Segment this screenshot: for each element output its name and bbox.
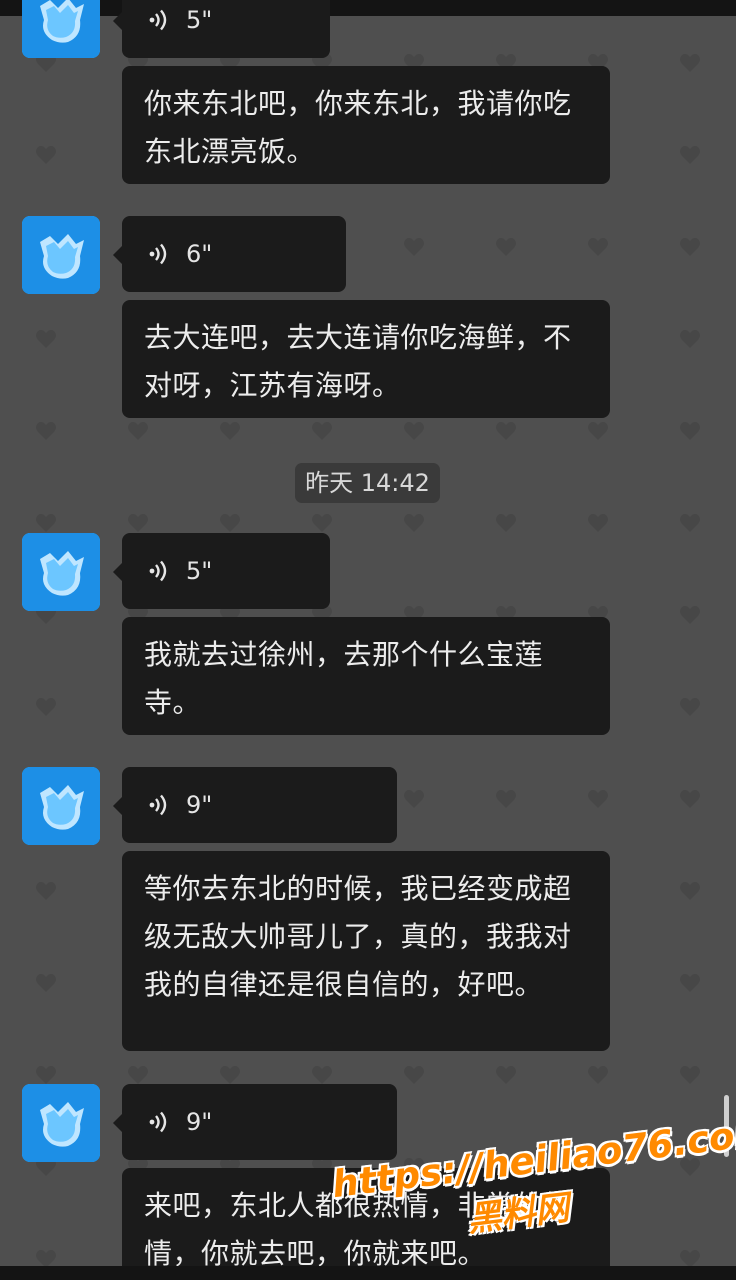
voice-duration: 9" [186, 791, 213, 819]
voice-duration: 9" [186, 1108, 213, 1136]
transcript-text: 去大连吧，去大连请你吃海鲜，不对呀，江苏有海呀。 [144, 321, 572, 402]
transcript-text: 你来东北吧，你来东北，我请你吃东北漂亮饭。 [144, 87, 572, 168]
bottom-bar [0, 1266, 736, 1280]
voice-message[interactable]: 5" [113, 533, 330, 609]
contact-avatar[interactable] [22, 533, 100, 611]
voice-transcript-bubble[interactable]: 去大连吧，去大连请你吃海鲜，不对呀，江苏有海呀。 [122, 300, 610, 418]
transcript-text: 我就去过徐州，去那个什么宝莲寺。 [144, 638, 544, 719]
transcript-text: 等你去东北的时候，我已经变成超级无敌大帅哥儿了，真的，我我对我的自律还是很自信的… [144, 872, 572, 1001]
voice-wave-icon [149, 794, 167, 816]
voice-wave-icon [149, 9, 167, 31]
voice-wave-icon [149, 560, 167, 582]
voice-message[interactable]: 6" [113, 216, 346, 292]
voice-duration: 6" [186, 240, 213, 268]
voice-wave-icon [149, 1111, 167, 1133]
status-bar [0, 0, 736, 16]
voice-transcript-bubble[interactable]: 等你去东北的时候，我已经变成超级无敌大帅哥儿了，真的，我我对我的自律还是很自信的… [122, 851, 610, 1051]
voice-message[interactable]: 5" [113, 0, 330, 58]
voice-duration: 5" [186, 557, 213, 585]
voice-wave-icon [149, 243, 167, 265]
timestamp-divider: 昨天 14:42 [295, 463, 440, 503]
voice-message[interactable]: 9" [113, 767, 397, 843]
contact-avatar[interactable] [22, 1084, 100, 1162]
voice-transcript-bubble[interactable]: 我就去过徐州，去那个什么宝莲寺。 [122, 617, 610, 735]
voice-message[interactable]: 9" [113, 1084, 397, 1160]
contact-avatar[interactable] [22, 0, 100, 58]
voice-duration: 5" [186, 6, 213, 34]
contact-avatar[interactable] [22, 767, 100, 845]
contact-avatar[interactable] [22, 216, 100, 294]
voice-transcript-bubble[interactable]: 你来东北吧，你来东北，我请你吃东北漂亮饭。 [122, 66, 610, 184]
